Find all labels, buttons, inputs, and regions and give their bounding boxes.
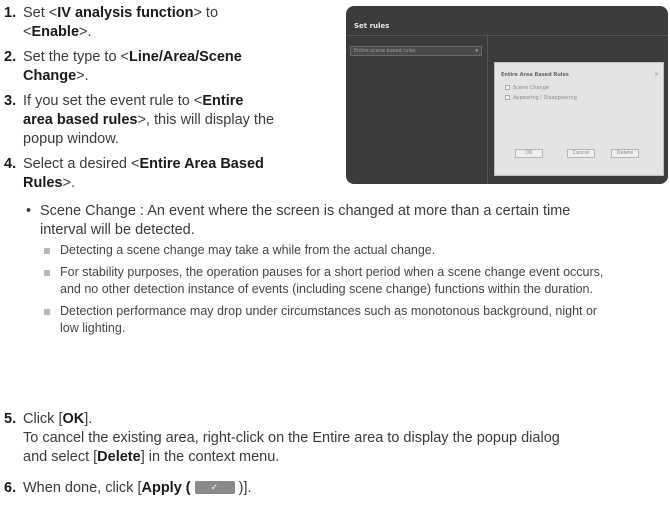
chevron-down-icon: ▾ <box>475 48 478 54</box>
step-number: 4. <box>4 156 17 172</box>
step-number: 1. <box>4 5 17 21</box>
step-text: Set <IV analysis function> to <Enable>. <box>23 5 219 40</box>
square-bullet-icon <box>44 308 50 315</box>
step-number: 5. <box>4 411 17 427</box>
panel-title: Set rules <box>354 22 390 30</box>
cancel-button[interactable]: Cancel <box>567 149 595 158</box>
ok-button[interactable]: OK <box>515 149 543 158</box>
step-3: 3. If you set the event rule to <Entire … <box>4 92 274 149</box>
step-number: 6. <box>4 480 17 496</box>
step-4: 4. Select a desired <Entire Area Based R… <box>4 155 264 193</box>
square-bullet-icon <box>44 248 50 254</box>
scene-change-bullet: • Scene Change : An event where the scre… <box>26 203 571 238</box>
step-text: If you set the event rule to <Entire are… <box>23 93 275 147</box>
step-1: 1. Set <IV analysis function> to <Enable… <box>4 4 218 42</box>
close-icon[interactable]: × <box>654 65 659 84</box>
divider <box>346 35 668 36</box>
step-5: 5. Click [OK]. To cancel the existing ar… <box>4 410 560 467</box>
step-6: 6. When done, click [Apply (✓)]. <box>4 479 252 498</box>
note-item: Detecting a scene change may take a whil… <box>42 242 668 260</box>
checkmark-icon: ✓ <box>210 482 219 492</box>
set-rules-screenshot: Set rules Entire scene based rules ▾ Ent… <box>346 6 668 184</box>
step-number: 2. <box>4 49 17 65</box>
note-item: Detection performance may drop under cir… <box>42 303 668 338</box>
apply-button: ✓ <box>194 481 235 494</box>
bullet-icon: • <box>26 203 32 219</box>
step-2: 2. Set the type to <Line/Area/Scene Chan… <box>4 48 242 86</box>
rule-type-select[interactable]: Entire scene based rules ▾ <box>350 46 482 56</box>
step-text: Select a desired <Entire Area Based Rule… <box>23 156 264 191</box>
entire-area-popup: Entire Area Based Rules × Scene Change A… <box>494 62 664 176</box>
step-text: Click [OK]. To cancel the existing area,… <box>23 411 560 465</box>
step-text: When done, click [Apply (✓)]. <box>23 480 252 496</box>
divider <box>487 36 488 184</box>
checkbox[interactable] <box>505 95 510 100</box>
step-number: 3. <box>4 93 17 109</box>
delete-button[interactable]: Delete <box>611 149 639 158</box>
notes-list: Detecting a scene change may take a whil… <box>42 242 668 342</box>
select-value: Entire scene based rules <box>354 48 416 54</box>
step-text: Set the type to <Line/Area/Scene Change>… <box>23 49 242 84</box>
option-appearing[interactable]: Appearing / Disappearing <box>505 89 577 108</box>
square-bullet-icon <box>44 269 50 276</box>
note-item: For stability purposes, the operation pa… <box>42 264 668 299</box>
